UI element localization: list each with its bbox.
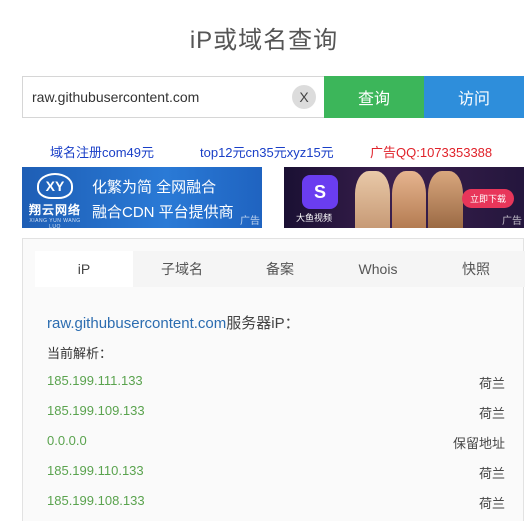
xiangyun-logo: XY 翔云网络 XIANG YUN WANG LUO bbox=[26, 173, 84, 228]
ip-address: 0.0.0.0 bbox=[47, 433, 87, 448]
search-input-value: raw.githubusercontent.com bbox=[32, 89, 200, 105]
download-button[interactable]: 立即下载 bbox=[461, 189, 514, 208]
tab-icp[interactable]: 备案 bbox=[231, 251, 329, 287]
app-name: 大鱼视频 bbox=[296, 213, 333, 223]
banner-ad-cdn[interactable]: XY 翔云网络 XIANG YUN WANG LUO 化繁为简 全网融合 融合C… bbox=[22, 167, 262, 228]
ip-location: 荷兰 bbox=[478, 466, 505, 481]
search-bar: raw.githubusercontent.com X 查询 访问 bbox=[22, 76, 524, 118]
ip-row: 185.199.109.133 荷兰 bbox=[47, 403, 505, 423]
result-panel: iP 子域名 备案 Whois 快照 raw.githubusercontent… bbox=[22, 238, 525, 521]
ip-location: 荷兰 bbox=[478, 376, 505, 391]
result-heading-suffix: 服务器iP： bbox=[226, 315, 300, 332]
tab-ip[interactable]: iP bbox=[35, 251, 133, 287]
ad-link-qq-contact[interactable]: 广告QQ:1073353388 bbox=[370, 142, 492, 161]
tab-subdomain[interactable]: 子域名 bbox=[133, 251, 231, 287]
ip-location: 荷兰 bbox=[478, 406, 505, 421]
ip-address: 185.199.111.133 bbox=[47, 373, 143, 388]
ip-row: 185.199.108.133 荷兰 bbox=[47, 493, 505, 513]
banner-subline: 融合CDN 平台提供商 bbox=[92, 204, 234, 221]
ip-address: 185.199.108.133 bbox=[47, 493, 145, 508]
cloud-logo-icon: XY bbox=[37, 173, 73, 199]
result-tabs: iP 子域名 备案 Whois 快照 bbox=[35, 251, 525, 287]
banner-headline: 化繁为简 全网融合 bbox=[92, 179, 217, 196]
ad-tag: 广告 bbox=[240, 216, 260, 227]
current-resolution-label: 当前解析： bbox=[47, 346, 113, 361]
ip-location: 荷兰 bbox=[478, 496, 505, 511]
ip-location: 保留地址 bbox=[452, 436, 505, 451]
ad-links: 域名注册com49元 top12元cn35元xyz15元 广告QQ:107335… bbox=[0, 142, 528, 162]
video-app-icon: S bbox=[302, 175, 338, 209]
logo-subtitle: XIANG YUN WANG LUO bbox=[29, 218, 81, 228]
ip-address: 185.199.110.133 bbox=[47, 463, 144, 478]
banner-photo bbox=[354, 167, 464, 228]
result-domain-link[interactable]: raw.githubusercontent.com bbox=[47, 315, 226, 332]
logo-name: 翔云网络 bbox=[28, 203, 81, 217]
ad-tag: 广告 bbox=[502, 216, 522, 227]
ad-link-domain-register[interactable]: 域名注册com49元 bbox=[50, 142, 154, 161]
clear-button[interactable]: X bbox=[292, 85, 316, 109]
ip-row: 0.0.0.0 保留地址 bbox=[47, 433, 505, 453]
search-input[interactable]: raw.githubusercontent.com X bbox=[22, 76, 324, 118]
ip-address: 185.199.109.133 bbox=[47, 403, 145, 418]
tab-snapshot[interactable]: 快照 bbox=[427, 251, 525, 287]
banner-ad-video[interactable]: S 大鱼视频 立即下载 广告 bbox=[284, 167, 524, 228]
query-button[interactable]: 查询 bbox=[324, 76, 424, 118]
tab-whois[interactable]: Whois bbox=[329, 251, 427, 287]
ip-row: 185.199.110.133 荷兰 bbox=[47, 463, 505, 483]
page-title: iP或域名查询 bbox=[189, 27, 339, 54]
ad-link-domain-prices[interactable]: top12元cn35元xyz15元 bbox=[200, 142, 334, 161]
result-heading: raw.githubusercontent.com服务器iP： bbox=[47, 312, 300, 333]
visit-button[interactable]: 访问 bbox=[424, 76, 524, 118]
ip-row: 185.199.111.133 荷兰 bbox=[47, 373, 505, 393]
